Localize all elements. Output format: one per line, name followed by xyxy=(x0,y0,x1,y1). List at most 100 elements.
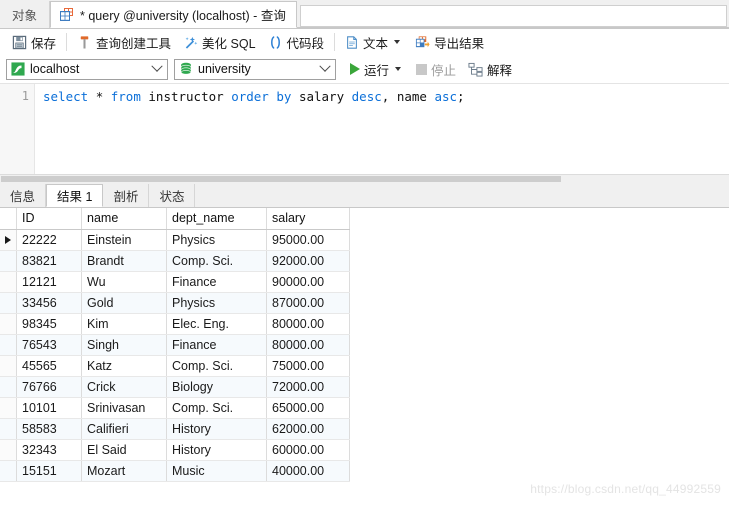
table-cell-dept_name[interactable]: History xyxy=(166,418,267,440)
row-indicator-cell[interactable] xyxy=(0,313,17,335)
table-cell-dept_name[interactable]: Comp. Sci. xyxy=(166,397,267,419)
table-row[interactable]: 76766 Crick Biology 72000.00 xyxy=(0,376,350,398)
table-row[interactable]: 12121 Wu Finance 90000.00 xyxy=(0,271,350,293)
table-cell-name[interactable]: Kim xyxy=(81,313,167,335)
table-row[interactable]: 98345 Kim Elec. Eng. 80000.00 xyxy=(0,313,350,335)
table-cell-ID[interactable]: 98345 xyxy=(16,313,82,335)
table-cell-name[interactable]: Crick xyxy=(81,376,167,398)
table-cell-salary[interactable]: 72000.00 xyxy=(266,376,350,398)
table-cell-name[interactable]: Gold xyxy=(81,292,167,314)
table-row[interactable]: 10101 Srinivasan Comp. Sci. 65000.00 xyxy=(0,397,350,419)
table-cell-dept_name[interactable]: Elec. Eng. xyxy=(166,313,267,335)
table-row[interactable]: 32343 El Said History 60000.00 xyxy=(0,439,350,461)
row-indicator-cell[interactable] xyxy=(0,334,17,356)
table-cell-ID[interactable]: 76766 xyxy=(16,376,82,398)
table-cell-ID[interactable]: 83821 xyxy=(16,250,82,272)
host-select[interactable]: localhost xyxy=(6,58,168,80)
tab-query[interactable]: * query @university (localhost) - 查询 xyxy=(50,1,297,28)
table-cell-name[interactable]: Srinivasan xyxy=(81,397,167,419)
explain-button[interactable]: 解释 xyxy=(462,58,518,80)
table-row[interactable]: 33456 Gold Physics 87000.00 xyxy=(0,292,350,314)
row-indicator-cell[interactable] xyxy=(0,439,17,461)
table-cell-salary[interactable]: 65000.00 xyxy=(266,397,350,419)
table-cell-name[interactable]: Mozart xyxy=(81,460,167,482)
table-cell-salary[interactable]: 90000.00 xyxy=(266,271,350,293)
row-indicator-cell[interactable] xyxy=(0,418,17,440)
table-cell-name[interactable]: Singh xyxy=(81,334,167,356)
table-cell-salary[interactable]: 87000.00 xyxy=(266,292,350,314)
table-cell-ID[interactable]: 33456 xyxy=(16,292,82,314)
table-cell-salary[interactable]: 40000.00 xyxy=(266,460,350,482)
table-cell-name[interactable]: Califieri xyxy=(81,418,167,440)
result-grid[interactable]: ID name dept_name salary 22222 Einstein Ph… xyxy=(0,208,350,482)
export-result-button[interactable]: 导出结果 xyxy=(409,31,490,53)
table-cell-dept_name[interactable]: Biology xyxy=(166,376,267,398)
table-cell-dept_name[interactable]: Comp. Sci. xyxy=(166,355,267,377)
table-cell-salary[interactable]: 80000.00 xyxy=(266,313,350,335)
table-cell-dept_name[interactable]: Physics xyxy=(166,229,267,251)
table-cell-ID[interactable]: 76543 xyxy=(16,334,82,356)
table-cell-salary[interactable]: 80000.00 xyxy=(266,334,350,356)
table-cell-name[interactable]: Katz xyxy=(81,355,167,377)
table-cell-dept_name[interactable]: Comp. Sci. xyxy=(166,250,267,272)
run-button[interactable]: 运行 xyxy=(344,58,410,80)
table-cell-dept_name[interactable]: Physics xyxy=(166,292,267,314)
stop-button[interactable]: 停止 xyxy=(410,58,462,80)
text-mode-button[interactable]: 文本 xyxy=(339,31,409,53)
table-cell-dept_name[interactable]: Finance xyxy=(166,334,267,356)
result-tab-2[interactable]: 剖析 xyxy=(103,184,150,207)
table-cell-name[interactable]: Wu xyxy=(81,271,167,293)
result-grid-container[interactable]: ID name dept_name salary 22222 Einstein Ph… xyxy=(0,208,729,502)
table-cell-name[interactable]: Einstein xyxy=(81,229,167,251)
table-cell-salary[interactable]: 62000.00 xyxy=(266,418,350,440)
table-cell-dept_name[interactable]: Finance xyxy=(166,271,267,293)
row-indicator-cell[interactable] xyxy=(0,250,17,272)
table-cell-ID[interactable]: 32343 xyxy=(16,439,82,461)
table-cell-ID[interactable]: 22222 xyxy=(16,229,82,251)
editor-horizontal-scrollbar[interactable] xyxy=(0,174,729,183)
row-indicator-cell[interactable] xyxy=(0,271,17,293)
row-indicator-cell[interactable] xyxy=(0,229,17,251)
table-cell-ID[interactable]: 58583 xyxy=(16,418,82,440)
table-row[interactable]: 15151 Mozart Music 40000.00 xyxy=(0,460,350,482)
table-cell-ID[interactable]: 45565 xyxy=(16,355,82,377)
table-cell-salary[interactable]: 92000.00 xyxy=(266,250,350,272)
chevron-down-icon[interactable] xyxy=(394,40,401,44)
database-select-chevron[interactable] xyxy=(317,60,333,79)
row-indicator-cell[interactable] xyxy=(0,397,17,419)
database-select[interactable]: university xyxy=(174,58,336,80)
table-cell-dept_name[interactable]: History xyxy=(166,439,267,461)
table-row[interactable]: 45565 Katz Comp. Sci. 75000.00 xyxy=(0,355,350,377)
table-row[interactable]: 76543 Singh Finance 80000.00 xyxy=(0,334,350,356)
host-select-chevron[interactable] xyxy=(149,60,165,79)
column-header-id[interactable]: ID xyxy=(16,208,82,230)
result-tab-0[interactable]: 信息 xyxy=(0,184,47,207)
column-header-name[interactable]: name xyxy=(81,208,167,230)
table-cell-name[interactable]: Brandt xyxy=(81,250,167,272)
table-row[interactable]: 22222 Einstein Physics 95000.00 xyxy=(0,229,350,251)
editor-scroll-thumb[interactable] xyxy=(1,176,561,182)
code-snippet-button[interactable]: 代码段 xyxy=(262,31,331,53)
sql-editor[interactable]: 1 select * from instructor order by sala… xyxy=(0,83,729,183)
sql-code-area[interactable]: select * from instructor order by salary… xyxy=(35,84,729,183)
table-cell-ID[interactable]: 10101 xyxy=(16,397,82,419)
row-indicator-cell[interactable] xyxy=(0,460,17,482)
tab-objects[interactable]: 对象 xyxy=(0,1,51,28)
run-chevron-down-icon[interactable] xyxy=(395,67,402,71)
table-cell-ID[interactable]: 15151 xyxy=(16,460,82,482)
table-cell-name[interactable]: El Said xyxy=(81,439,167,461)
result-tab-1[interactable]: 结果 1 xyxy=(46,184,104,207)
table-cell-salary[interactable]: 60000.00 xyxy=(266,439,350,461)
row-indicator-cell[interactable] xyxy=(0,292,17,314)
table-cell-salary[interactable]: 75000.00 xyxy=(266,355,350,377)
result-tab-3[interactable]: 状态 xyxy=(149,184,196,207)
query-builder-button[interactable]: 查询创建工具 xyxy=(71,31,177,53)
table-row[interactable]: 83821 Brandt Comp. Sci. 92000.00 xyxy=(0,250,350,272)
table-cell-ID[interactable]: 12121 xyxy=(16,271,82,293)
table-cell-salary[interactable]: 95000.00 xyxy=(266,229,350,251)
table-cell-dept_name[interactable]: Music xyxy=(166,460,267,482)
row-indicator-cell[interactable] xyxy=(0,376,17,398)
save-button[interactable]: 保存 xyxy=(6,31,62,53)
column-header-salary[interactable]: salary xyxy=(266,208,350,230)
column-header-dept-name[interactable]: dept_name xyxy=(166,208,267,230)
